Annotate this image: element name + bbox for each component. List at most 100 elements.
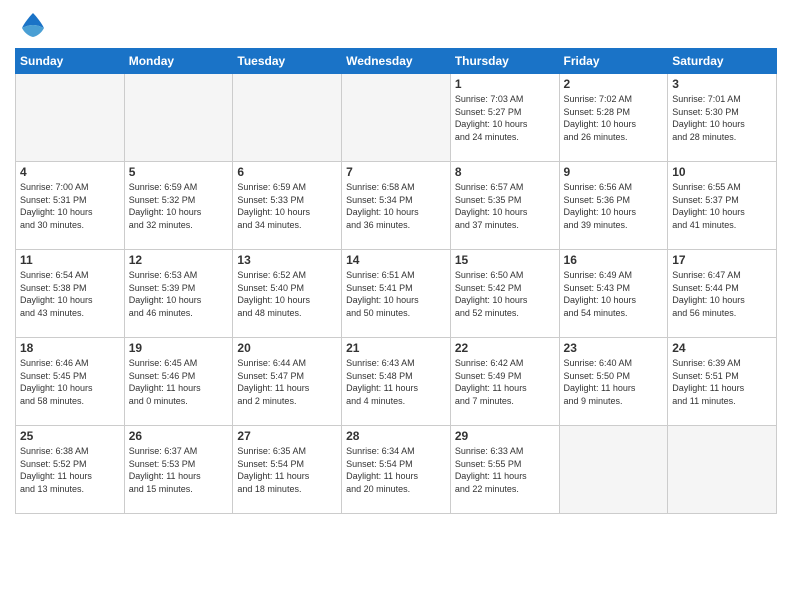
- calendar-cell: 19Sunrise: 6:45 AM Sunset: 5:46 PM Dayli…: [124, 338, 233, 426]
- calendar-cell: [233, 74, 342, 162]
- week-row-1: 4Sunrise: 7:00 AM Sunset: 5:31 PM Daylig…: [16, 162, 777, 250]
- calendar-cell: 9 Sunrise: 6:56 AM Sunset: 5:36 PM Daylig…: [559, 162, 668, 250]
- calendar-cell: 28 Sunrise: 6:34 AM Sunset: 5:54 PM Dayli…: [342, 426, 451, 514]
- logo: [15, 10, 48, 40]
- day-number: 17: [672, 253, 772, 267]
- day-info: Sunrise: 6:57 AM Sunset: 5:35 PM Dayligh…: [455, 181, 555, 231]
- day-info: Sunrise: 6:39 AM Sunset: 5:51 PM Dayligh…: [672, 357, 772, 407]
- day-info: Sunrise: 7:01 AM Sunset: 5:30 PM Dayligh…: [672, 93, 772, 143]
- calendar-cell: 18 Sunrise: 6:46 AM Sunset: 5:45 PM Dayli…: [16, 338, 125, 426]
- day-number: 7: [346, 165, 446, 179]
- week-row-4: 25 Sunrise: 6:38 AM Sunset: 5:52 PM Dayli…: [16, 426, 777, 514]
- weekday-monday: Monday: [124, 49, 233, 74]
- day-info: Sunrise: 6:44 AM Sunset: 5:47 PM Dayligh…: [237, 357, 337, 407]
- calendar-cell: 29 Sunrise: 6:33 AM Sunset: 5:55 PM Dayli…: [450, 426, 559, 514]
- day-info: Sunrise: 7:03 AM Sunset: 5:27 PM Dayligh…: [455, 93, 555, 143]
- day-info: Sunrise: 6:47 AM Sunset: 5:44 PM Dayligh…: [672, 269, 772, 319]
- calendar-cell: 3 Sunrise: 7:01 AM Sunset: 5:30 PM Daylig…: [668, 74, 777, 162]
- weekday-saturday: Saturday: [668, 49, 777, 74]
- weekday-thursday: Thursday: [450, 49, 559, 74]
- day-number: 29: [455, 429, 555, 443]
- calendar-cell: 23 Sunrise: 6:40 AM Sunset: 5:50 PM Dayli…: [559, 338, 668, 426]
- day-info: Sunrise: 6:43 AM Sunset: 5:48 PM Dayligh…: [346, 357, 446, 407]
- weekday-wednesday: Wednesday: [342, 49, 451, 74]
- header: [15, 10, 777, 40]
- day-info: Sunrise: 7:00 AM Sunset: 5:31 PM Dayligh…: [20, 181, 120, 231]
- weekday-header-row: SundayMondayTuesdayWednesdayThursdayFrid…: [16, 49, 777, 74]
- day-info: Sunrise: 6:56 AM Sunset: 5:36 PM Dayligh…: [564, 181, 664, 231]
- day-info: Sunrise: 6:59 AM Sunset: 5:33 PM Dayligh…: [237, 181, 337, 231]
- day-number: 11: [20, 253, 120, 267]
- day-info: Sunrise: 6:58 AM Sunset: 5:34 PM Dayligh…: [346, 181, 446, 231]
- day-info: Sunrise: 6:46 AM Sunset: 5:45 PM Dayligh…: [20, 357, 120, 407]
- day-info: Sunrise: 6:55 AM Sunset: 5:37 PM Dayligh…: [672, 181, 772, 231]
- weekday-tuesday: Tuesday: [233, 49, 342, 74]
- calendar-cell: 11 Sunrise: 6:54 AM Sunset: 5:38 PM Dayli…: [16, 250, 125, 338]
- day-number: 27: [237, 429, 337, 443]
- calendar-cell: 21 Sunrise: 6:43 AM Sunset: 5:48 PM Dayli…: [342, 338, 451, 426]
- calendar-cell: 8 Sunrise: 6:57 AM Sunset: 5:35 PM Daylig…: [450, 162, 559, 250]
- calendar-cell: 15 Sunrise: 6:50 AM Sunset: 5:42 PM Dayli…: [450, 250, 559, 338]
- calendar-cell: 25 Sunrise: 6:38 AM Sunset: 5:52 PM Dayli…: [16, 426, 125, 514]
- day-number: 1: [455, 77, 555, 91]
- day-info: Sunrise: 6:59 AM Sunset: 5:32 PM Dayligh…: [129, 181, 229, 231]
- day-info: Sunrise: 6:50 AM Sunset: 5:42 PM Dayligh…: [455, 269, 555, 319]
- calendar-cell: 1 Sunrise: 7:03 AM Sunset: 5:27 PM Daylig…: [450, 74, 559, 162]
- calendar-cell: [124, 74, 233, 162]
- calendar-cell: 2Sunrise: 7:02 AM Sunset: 5:28 PM Daylig…: [559, 74, 668, 162]
- calendar-cell: 4Sunrise: 7:00 AM Sunset: 5:31 PM Daylig…: [16, 162, 125, 250]
- logo-icon: [18, 10, 48, 40]
- calendar: SundayMondayTuesdayWednesdayThursdayFrid…: [15, 48, 777, 514]
- day-number: 23: [564, 341, 664, 355]
- day-number: 20: [237, 341, 337, 355]
- weekday-sunday: Sunday: [16, 49, 125, 74]
- day-info: Sunrise: 6:42 AM Sunset: 5:49 PM Dayligh…: [455, 357, 555, 407]
- calendar-cell: 27Sunrise: 6:35 AM Sunset: 5:54 PM Dayli…: [233, 426, 342, 514]
- day-info: Sunrise: 6:53 AM Sunset: 5:39 PM Dayligh…: [129, 269, 229, 319]
- day-number: 13: [237, 253, 337, 267]
- day-number: 15: [455, 253, 555, 267]
- day-number: 21: [346, 341, 446, 355]
- day-info: Sunrise: 6:34 AM Sunset: 5:54 PM Dayligh…: [346, 445, 446, 495]
- calendar-cell: 7 Sunrise: 6:58 AM Sunset: 5:34 PM Daylig…: [342, 162, 451, 250]
- day-info: Sunrise: 6:51 AM Sunset: 5:41 PM Dayligh…: [346, 269, 446, 319]
- day-info: Sunrise: 6:45 AM Sunset: 5:46 PM Dayligh…: [129, 357, 229, 407]
- weekday-friday: Friday: [559, 49, 668, 74]
- calendar-cell: 16 Sunrise: 6:49 AM Sunset: 5:43 PM Dayli…: [559, 250, 668, 338]
- calendar-cell: 10 Sunrise: 6:55 AM Sunset: 5:37 PM Dayli…: [668, 162, 777, 250]
- day-number: 5: [129, 165, 229, 179]
- calendar-cell: 17 Sunrise: 6:47 AM Sunset: 5:44 PM Dayli…: [668, 250, 777, 338]
- week-row-0: 1 Sunrise: 7:03 AM Sunset: 5:27 PM Daylig…: [16, 74, 777, 162]
- day-info: Sunrise: 6:33 AM Sunset: 5:55 PM Dayligh…: [455, 445, 555, 495]
- calendar-cell: 5 Sunrise: 6:59 AM Sunset: 5:32 PM Daylig…: [124, 162, 233, 250]
- calendar-cell: [668, 426, 777, 514]
- calendar-cell: [559, 426, 668, 514]
- day-number: 8: [455, 165, 555, 179]
- day-info: Sunrise: 6:37 AM Sunset: 5:53 PM Dayligh…: [129, 445, 229, 495]
- day-number: 26: [129, 429, 229, 443]
- day-number: 18: [20, 341, 120, 355]
- day-number: 14: [346, 253, 446, 267]
- day-number: 3: [672, 77, 772, 91]
- page: SundayMondayTuesdayWednesdayThursdayFrid…: [0, 0, 792, 612]
- day-number: 6: [237, 165, 337, 179]
- calendar-cell: 12Sunrise: 6:53 AM Sunset: 5:39 PM Dayli…: [124, 250, 233, 338]
- day-number: 16: [564, 253, 664, 267]
- day-number: 9: [564, 165, 664, 179]
- day-info: Sunrise: 6:49 AM Sunset: 5:43 PM Dayligh…: [564, 269, 664, 319]
- week-row-2: 11 Sunrise: 6:54 AM Sunset: 5:38 PM Dayli…: [16, 250, 777, 338]
- day-number: 22: [455, 341, 555, 355]
- calendar-cell: [16, 74, 125, 162]
- day-info: Sunrise: 6:38 AM Sunset: 5:52 PM Dayligh…: [20, 445, 120, 495]
- day-info: Sunrise: 6:54 AM Sunset: 5:38 PM Dayligh…: [20, 269, 120, 319]
- calendar-cell: 20 Sunrise: 6:44 AM Sunset: 5:47 PM Dayli…: [233, 338, 342, 426]
- day-number: 25: [20, 429, 120, 443]
- calendar-cell: 22 Sunrise: 6:42 AM Sunset: 5:49 PM Dayli…: [450, 338, 559, 426]
- week-row-3: 18 Sunrise: 6:46 AM Sunset: 5:45 PM Dayli…: [16, 338, 777, 426]
- calendar-cell: 13Sunrise: 6:52 AM Sunset: 5:40 PM Dayli…: [233, 250, 342, 338]
- day-info: Sunrise: 6:40 AM Sunset: 5:50 PM Dayligh…: [564, 357, 664, 407]
- day-number: 24: [672, 341, 772, 355]
- day-info: Sunrise: 7:02 AM Sunset: 5:28 PM Dayligh…: [564, 93, 664, 143]
- day-number: 10: [672, 165, 772, 179]
- day-number: 28: [346, 429, 446, 443]
